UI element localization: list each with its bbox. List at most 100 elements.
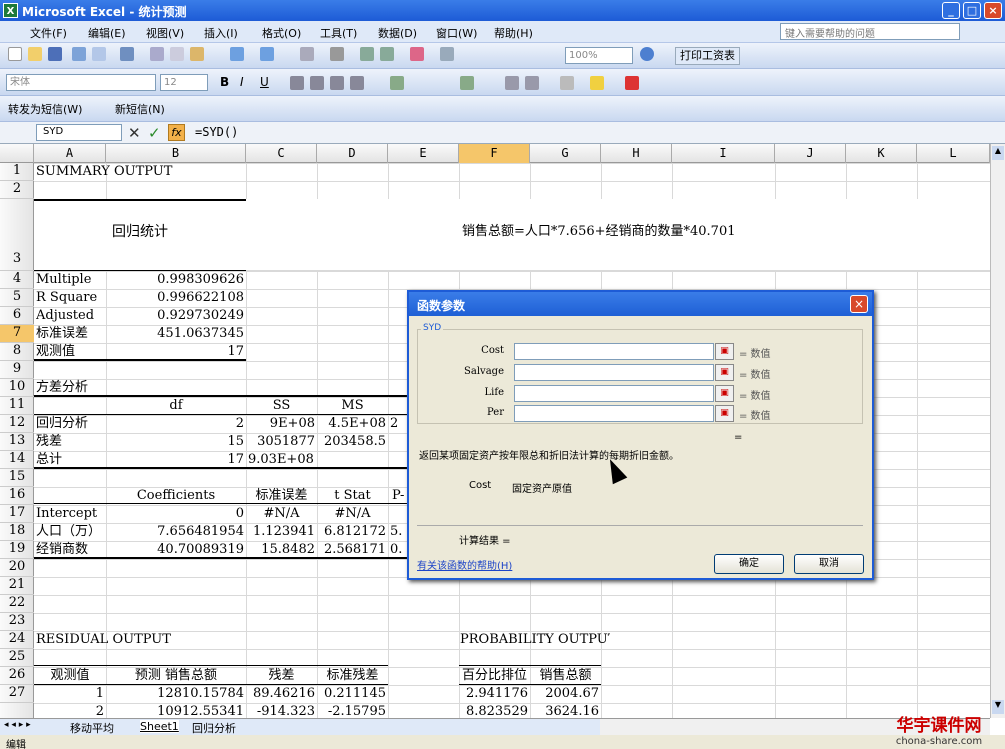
param-input-salvage[interactable] <box>514 364 714 381</box>
cell-a6[interactable]: Adjusted <box>36 307 106 325</box>
col-header-k[interactable]: K <box>846 144 917 163</box>
param-input-per[interactable] <box>514 405 714 422</box>
cell-b4[interactable]: 0.998309626 <box>106 271 244 289</box>
col-header-g[interactable]: G <box>530 144 601 163</box>
name-box[interactable]: SYD <box>36 124 122 141</box>
enter-icon[interactable]: ✓ <box>148 124 161 142</box>
cell-b18[interactable]: 7.656481954 <box>106 523 244 541</box>
menu-format[interactable]: 格式(O) <box>262 25 301 41</box>
merge-center-icon[interactable] <box>350 76 364 90</box>
cell-b11[interactable]: df <box>106 397 246 415</box>
percent-icon[interactable] <box>390 76 404 90</box>
align-left-icon[interactable] <box>290 76 304 90</box>
cell-a27[interactable]: 2 <box>34 703 104 718</box>
maximize-button[interactable]: □ <box>963 2 981 19</box>
cell-d11[interactable]: MS <box>317 397 388 415</box>
cell-f27[interactable]: 8.823529 <box>459 703 528 718</box>
cell-c12[interactable]: 9E+08 <box>246 415 315 433</box>
cell-f3[interactable]: 销售总额=人口*7.656+经销商的数量*40.701 <box>462 223 792 241</box>
cell-a23[interactable]: RESIDUAL OUTPUT <box>36 631 236 649</box>
cell-b26[interactable]: 12810.15784 <box>106 685 244 703</box>
close-button[interactable]: × <box>984 2 1002 19</box>
row-header[interactable]: 5 <box>0 289 34 307</box>
cell-g26[interactable]: 2004.67 <box>530 685 599 703</box>
cell-b7[interactable]: 451.0637345 <box>106 325 244 343</box>
row-header[interactable]: 3 <box>0 199 34 271</box>
row-header[interactable]: 9 <box>0 361 34 379</box>
cut-icon[interactable] <box>150 47 164 61</box>
cancel-button[interactable]: 取消 <box>794 554 864 574</box>
row-header[interactable]: 15 <box>0 469 34 487</box>
undo-icon[interactable] <box>230 47 244 61</box>
fill-color-icon[interactable] <box>590 76 604 90</box>
cell-d16[interactable]: t Stat <box>317 487 388 505</box>
menu-window[interactable]: 窗口(W) <box>436 25 477 41</box>
cell-g25[interactable]: 销售总额 <box>530 667 601 685</box>
outdent-icon[interactable] <box>525 76 539 90</box>
align-right-icon[interactable] <box>330 76 344 90</box>
function-help-link[interactable]: 有关该函数的帮助(H) <box>417 557 512 572</box>
chart-wizard-icon[interactable] <box>410 47 424 61</box>
tab-moving-average[interactable]: 移动平均 <box>70 720 114 736</box>
font-select[interactable]: 宋体 <box>6 74 156 91</box>
bold-icon[interactable]: B <box>220 75 229 89</box>
hyperlink-icon[interactable] <box>300 47 314 61</box>
cell-f26[interactable]: 2.941176 <box>459 685 528 703</box>
col-header-j[interactable]: J <box>775 144 846 163</box>
print-preview-icon[interactable] <box>92 47 106 61</box>
cell-a13[interactable]: 残差 <box>36 433 106 451</box>
cell-b27[interactable]: 10912.55341 <box>106 703 244 718</box>
convert-sms-button[interactable]: 转发为短信(W) <box>8 101 82 117</box>
cell-a17[interactable]: Intercept <box>36 505 106 523</box>
cell-f25[interactable]: 百分比排位 <box>459 667 530 685</box>
font-color-icon[interactable] <box>625 76 639 90</box>
autosum-icon[interactable] <box>330 47 344 61</box>
collapse-dialog-icon[interactable]: ▣ <box>715 364 734 381</box>
redo-icon[interactable] <box>260 47 274 61</box>
indent-icon[interactable] <box>505 76 519 90</box>
col-header-l[interactable]: L <box>917 144 990 163</box>
zoom-select[interactable]: 100% <box>565 47 633 64</box>
menu-insert[interactable]: 插入(I) <box>204 25 238 41</box>
save-icon[interactable] <box>48 47 62 61</box>
row-header[interactable]: 27 <box>0 685 34 703</box>
row-header[interactable]: 19 <box>0 541 34 559</box>
insert-function-icon[interactable]: fx <box>168 124 185 141</box>
row-header[interactable]: 26 <box>0 667 34 685</box>
col-header-e[interactable]: E <box>388 144 459 163</box>
sort-asc-icon[interactable] <box>360 47 374 61</box>
menu-data[interactable]: 数据(D) <box>378 25 417 41</box>
row-header[interactable]: 8 <box>0 343 34 361</box>
cell-c11[interactable]: SS <box>246 397 317 415</box>
row-header[interactable]: 13 <box>0 433 34 451</box>
col-header-f[interactable]: F <box>459 144 530 163</box>
open-icon[interactable] <box>28 47 42 61</box>
cell-a5[interactable]: R Square <box>36 289 106 307</box>
cell-a1[interactable]: SUMMARY OUTPUT <box>36 163 236 181</box>
menu-edit[interactable]: 编辑(E) <box>88 25 126 41</box>
collapse-dialog-icon[interactable]: ▣ <box>715 343 734 360</box>
col-header-c[interactable]: C <box>246 144 317 163</box>
col-header-a[interactable]: A <box>34 144 106 163</box>
tab-sheet1[interactable]: Sheet1 <box>140 720 179 733</box>
row-header[interactable]: 25 <box>0 649 34 667</box>
cell-d27[interactable]: -2.15795 <box>317 703 386 718</box>
select-all-corner[interactable] <box>0 144 34 163</box>
param-input-life[interactable] <box>514 385 714 402</box>
print-sheet-button[interactable]: 打印工资表 <box>675 47 740 65</box>
row-header[interactable]: 1 <box>0 163 34 181</box>
row-header[interactable]: 21 <box>0 577 34 595</box>
row-header[interactable]: 18 <box>0 523 34 541</box>
underline-icon[interactable]: U <box>260 75 269 89</box>
cell-c25[interactable]: 残差 <box>246 667 317 685</box>
cell-d13[interactable]: 203458.5 <box>317 433 386 451</box>
row-header[interactable]: 6 <box>0 307 34 325</box>
print-icon[interactable] <box>72 47 86 61</box>
menu-tools[interactable]: 工具(T) <box>320 25 357 41</box>
paste-icon[interactable] <box>190 47 204 61</box>
menu-file[interactable]: 文件(F) <box>30 25 67 41</box>
row-header[interactable]: 2 <box>0 181 34 199</box>
row-header[interactable]: 24 <box>0 631 34 649</box>
increase-decimal-icon[interactable] <box>460 76 474 90</box>
cell-b5[interactable]: 0.996622108 <box>106 289 244 307</box>
